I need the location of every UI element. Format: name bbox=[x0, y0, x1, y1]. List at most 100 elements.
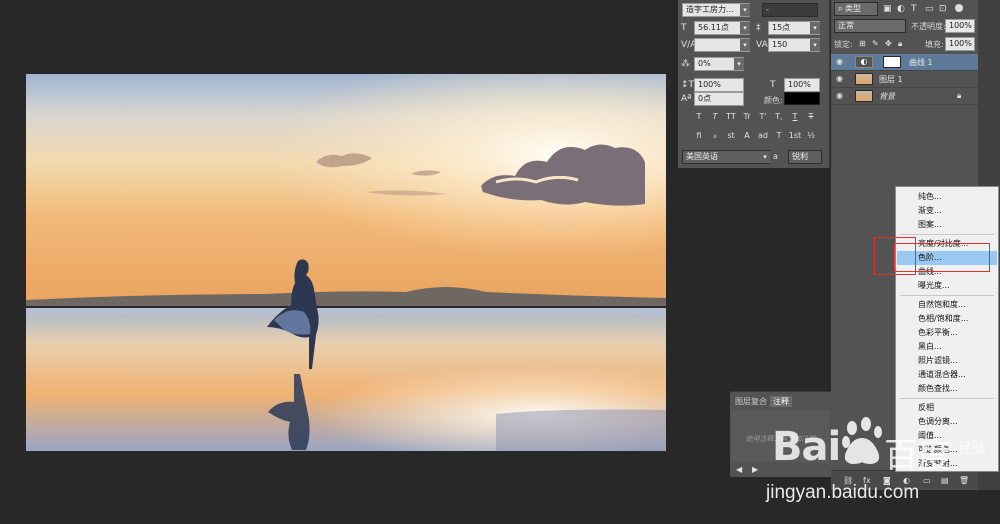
language-value: 美国英语 bbox=[686, 152, 718, 161]
chevron-down-icon[interactable]: ▾ bbox=[810, 39, 820, 51]
image-filter-icon[interactable]: ▣ bbox=[883, 4, 892, 14]
lock-all-icon[interactable]: 🔒︎ bbox=[898, 39, 902, 49]
stylistic-alt-button[interactable]: ad bbox=[756, 130, 770, 142]
chevron-down-icon[interactable]: ▾ bbox=[740, 39, 750, 51]
leading-value: 15点 bbox=[772, 23, 791, 32]
menu-item-channel-mixer[interactable]: 通道混合器... bbox=[897, 368, 997, 382]
chevron-down-icon[interactable]: ▾ bbox=[740, 22, 750, 34]
layer-name: 背景 bbox=[879, 92, 895, 101]
smart-filter-icon[interactable]: ⊡ bbox=[939, 4, 947, 14]
canvas-photo[interactable] bbox=[26, 74, 666, 451]
eye-icon[interactable]: ◉ bbox=[836, 74, 845, 83]
previous-note-icon[interactable]: ◀ bbox=[736, 465, 742, 475]
swash-button[interactable]: A bbox=[740, 130, 754, 142]
layer-name: 曲线 1 bbox=[909, 58, 933, 67]
baidu-watermark: Bai 百度 经验 jingyan.baidu.com bbox=[766, 412, 998, 524]
layer-filter-select[interactable]: ⌕ 类型 bbox=[834, 2, 878, 16]
language-select[interactable]: 美国英语 bbox=[682, 150, 770, 164]
superscript-button[interactable]: T' bbox=[756, 111, 770, 123]
layer-thumbnail bbox=[855, 90, 873, 102]
strikethrough-button[interactable]: T bbox=[804, 111, 818, 123]
chevron-down-icon[interactable]: ▾ bbox=[734, 58, 744, 70]
underline-button[interactable]: T bbox=[788, 111, 802, 123]
next-note-icon[interactable]: ▶ bbox=[752, 465, 758, 475]
discretionary-ligature-button[interactable]: st bbox=[724, 130, 738, 142]
tsume-value: 0% bbox=[698, 59, 711, 68]
menu-item-gradient[interactable]: 渐变... bbox=[897, 204, 997, 218]
ordinals-button[interactable]: 1st bbox=[788, 130, 802, 142]
menu-item-solid-color[interactable]: 纯色... bbox=[897, 190, 997, 204]
contextual-alt-button[interactable]: ℴ bbox=[708, 130, 722, 142]
faux-italic-button[interactable]: T bbox=[708, 111, 722, 123]
chevron-down-icon[interactable]: ▾ bbox=[760, 151, 770, 163]
chevron-down-icon[interactable]: ▾ bbox=[740, 4, 750, 16]
search-icon: ⌕ bbox=[838, 4, 843, 13]
eye-icon[interactable]: ◉ bbox=[836, 57, 845, 66]
opacity-field[interactable]: 100% bbox=[945, 19, 975, 33]
lock-position-icon[interactable]: ✥ bbox=[885, 39, 892, 49]
menu-item-black-white[interactable]: 黑白... bbox=[897, 340, 997, 354]
shape-filter-icon[interactable]: ▭ bbox=[925, 4, 934, 14]
filter-toggle-icon[interactable] bbox=[955, 4, 963, 12]
ligature-button[interactable]: fi bbox=[692, 130, 706, 142]
watermark-brand: Bai bbox=[772, 424, 841, 470]
baseline-shift-value: 0点 bbox=[698, 94, 712, 103]
tracking-icon: VA bbox=[756, 40, 768, 50]
titling-alt-button[interactable]: T bbox=[772, 130, 786, 142]
fill-field[interactable]: 100% bbox=[945, 37, 975, 51]
menu-item-color-balance[interactable]: 色彩平衡... bbox=[897, 326, 997, 340]
vertical-scale-field[interactable]: 100% bbox=[694, 78, 744, 92]
annotation-box-levels bbox=[894, 243, 990, 272]
baseline-shift-field[interactable]: 0点 bbox=[694, 92, 744, 106]
menu-item-vibrance[interactable]: 自然饱和度... bbox=[897, 298, 997, 312]
layer-name: 图层 1 bbox=[879, 75, 903, 84]
layer-row-layer1[interactable]: ◉ 图层 1 bbox=[831, 71, 978, 88]
menu-item-color-lookup[interactable]: 颜色查找... bbox=[897, 382, 997, 396]
watermark-sub: 经验 bbox=[958, 441, 986, 457]
color-label: 颜色: bbox=[764, 96, 783, 105]
baseline-shift-icon: Aª bbox=[681, 94, 692, 104]
menu-item-exposure[interactable]: 曝光度... bbox=[897, 279, 997, 293]
tab-layer-comps[interactable]: 图层复合 bbox=[732, 396, 770, 407]
tab-notes[interactable]: 注释 bbox=[770, 396, 792, 407]
type-filter-icon[interactable]: T bbox=[911, 4, 917, 14]
lock-transparency-icon[interactable]: ⊞ bbox=[859, 39, 866, 49]
font-size-icon: T bbox=[681, 23, 687, 33]
layer-row-background[interactable]: ◉ 背景 🔒︎ bbox=[831, 88, 978, 105]
small-caps-button[interactable]: Tr bbox=[740, 111, 754, 123]
subscript-button[interactable]: T, bbox=[772, 111, 786, 123]
antialias-icon-letter: a bbox=[773, 152, 778, 161]
all-caps-button[interactable]: TT bbox=[724, 111, 738, 123]
blend-mode-select[interactable]: 正常 bbox=[834, 19, 906, 33]
fill-label: 填充: bbox=[925, 40, 944, 49]
lock-icon: 🔒︎ bbox=[957, 91, 962, 100]
fill-value: 100% bbox=[949, 39, 972, 48]
horizontal-scale-icon: T bbox=[770, 80, 776, 90]
menu-item-pattern[interactable]: 图案... bbox=[897, 218, 997, 232]
font-size-value: 56.11点 bbox=[698, 23, 729, 32]
adjustment-filter-icon[interactable]: ◐ bbox=[897, 4, 905, 14]
chevron-down-icon[interactable]: ▾ bbox=[810, 22, 820, 34]
menu-item-hue-saturation[interactable]: 色相/饱和度... bbox=[897, 312, 997, 326]
opacity-label: 不透明度: bbox=[911, 22, 946, 31]
opacity-value: 100% bbox=[949, 21, 972, 30]
antialias-select[interactable]: 锐利 bbox=[788, 150, 822, 164]
text-color-swatch[interactable] bbox=[784, 92, 820, 105]
eye-icon[interactable]: ◉ bbox=[836, 91, 845, 100]
watermark-brand-cn: 百度 bbox=[884, 436, 952, 476]
sunset-photo-image bbox=[26, 74, 666, 451]
blend-mode-value: 正常 bbox=[838, 21, 854, 30]
fractions-button[interactable]: ½ bbox=[804, 130, 818, 142]
menu-item-photo-filter[interactable]: 照片滤镜... bbox=[897, 354, 997, 368]
font-style-select[interactable]: - bbox=[762, 3, 818, 17]
horizontal-scale-field[interactable]: 100% bbox=[784, 78, 820, 92]
tracking-value: 150 bbox=[772, 40, 788, 49]
faux-bold-button[interactable]: T bbox=[692, 111, 706, 123]
font-style-value: - bbox=[766, 5, 769, 14]
lock-pixels-icon[interactable]: ✎ bbox=[872, 39, 879, 49]
layer-mask-thumbnail[interactable] bbox=[883, 56, 901, 68]
layer-row-curves[interactable]: ◉ ◐ 曲线 1 bbox=[831, 54, 978, 71]
vertical-scale-icon: ↕T bbox=[681, 80, 695, 90]
vertical-scale-value: 100% bbox=[698, 80, 721, 89]
lock-label: 锁定: bbox=[834, 40, 853, 49]
